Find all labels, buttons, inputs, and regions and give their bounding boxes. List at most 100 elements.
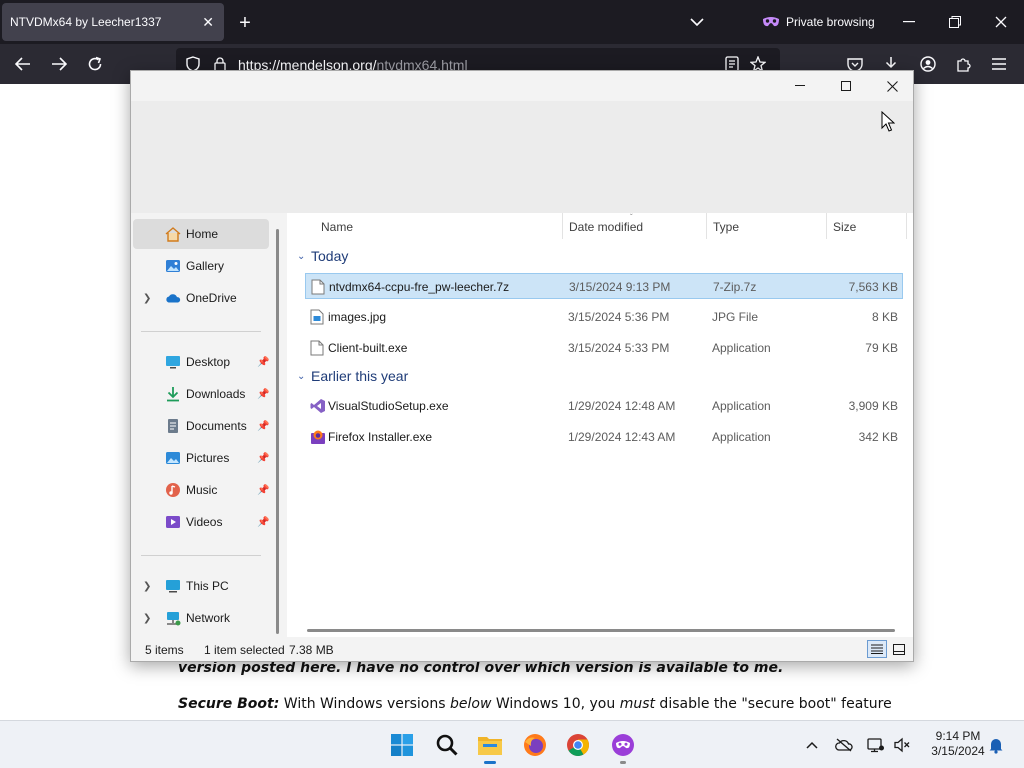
show-hidden-icons-chevron-icon[interactable] xyxy=(802,735,822,755)
close-browser-icon[interactable] xyxy=(992,14,1010,30)
nav-item-home[interactable]: Home xyxy=(133,219,269,249)
explorer-maximize-icon[interactable] xyxy=(823,71,869,101)
documents-icon xyxy=(165,418,181,434)
file-date: 1/29/2024 12:48 AM xyxy=(568,399,676,413)
file-row[interactable]: ntvdmx64-ccpu-fre_pw-leecher.7z 3/15/202… xyxy=(305,273,903,299)
desktop-icon xyxy=(165,354,181,370)
clock-time: 9:14 PM xyxy=(935,729,981,743)
tab-close-icon[interactable]: ✕ xyxy=(202,14,214,31)
explorer-close-icon[interactable] xyxy=(869,71,915,101)
nav-label-onedrive: OneDrive xyxy=(186,291,237,305)
collapse-chevron-icon[interactable]: ⌄ xyxy=(297,251,311,262)
nav-pane-scrollbar[interactable] xyxy=(276,229,279,634)
column-divider[interactable] xyxy=(826,213,827,239)
file-name: images.jpg xyxy=(328,310,387,324)
paragraph-text: Windows 10, you xyxy=(491,696,620,712)
extensions-puzzle-icon[interactable] xyxy=(955,56,973,72)
downloads-folder-icon xyxy=(165,386,181,402)
nav-item-music[interactable]: Music 📌 xyxy=(133,475,269,505)
horizontal-scrollbar[interactable] xyxy=(307,629,895,632)
account-icon[interactable] xyxy=(919,56,937,72)
onedrive-offline-icon[interactable] xyxy=(834,735,854,755)
pin-icon[interactable]: 📌 xyxy=(257,389,269,400)
nav-label-this-pc: This PC xyxy=(186,579,229,593)
column-divider[interactable] xyxy=(562,213,563,239)
back-arrow-icon[interactable] xyxy=(14,56,32,72)
file-row[interactable]: VisualStudioSetup.exe 1/29/2024 12:48 AM… xyxy=(305,393,903,419)
file-type: JPG File xyxy=(712,310,759,324)
firefox-private-taskbar-icon[interactable] xyxy=(607,729,639,764)
volume-muted-icon[interactable] xyxy=(892,735,912,755)
secure-boot-paragraph: Secure Boot: With Windows versions below… xyxy=(178,696,892,712)
nav-item-videos[interactable]: Videos 📌 xyxy=(133,507,269,537)
file-row[interactable]: images.jpg 3/15/2024 5:36 PM JPG File 8 … xyxy=(305,304,903,330)
home-icon xyxy=(165,226,181,242)
column-divider[interactable] xyxy=(906,213,907,239)
file-name: ntvdmx64-ccpu-fre_pw-leecher.7z xyxy=(329,280,510,294)
column-divider[interactable] xyxy=(706,213,707,239)
new-tab-plus-icon[interactable]: + xyxy=(236,13,254,33)
gallery-icon xyxy=(165,258,181,274)
nav-item-documents[interactable]: Documents 📌 xyxy=(133,411,269,441)
pin-icon[interactable]: 📌 xyxy=(257,357,269,368)
explorer-minimize-icon[interactable] xyxy=(777,71,823,101)
tiles-view-button[interactable] xyxy=(889,640,909,658)
nav-item-this-pc[interactable]: ❯ This PC xyxy=(133,571,269,601)
network-tray-icon[interactable] xyxy=(866,735,886,755)
group-header-today[interactable]: ⌄ Today xyxy=(297,245,348,267)
file-type: Application xyxy=(712,399,771,413)
private-browsing-label: Private browsing xyxy=(786,15,875,29)
expand-chevron-icon[interactable]: ❯ xyxy=(143,613,151,624)
column-header-date-modified[interactable]: Date modified xyxy=(569,220,643,234)
search-icon[interactable] xyxy=(431,729,463,761)
file-size: 8 KB xyxy=(871,310,898,324)
forward-arrow-icon[interactable] xyxy=(50,56,68,72)
nav-item-gallery[interactable]: Gallery xyxy=(133,251,269,281)
file-size: 79 KB xyxy=(865,341,898,355)
tab-title: NTVDMx64 by Leecher1337 xyxy=(10,15,162,29)
explorer-status-bar: 5 items 1 item selected 7.38 MB xyxy=(131,637,913,661)
clock-date: 3/15/2024 xyxy=(931,744,985,758)
taskbar-clock[interactable]: 9:14 PM 3/15/2024 xyxy=(920,729,996,759)
pin-icon[interactable]: 📌 xyxy=(257,485,269,496)
archive-file-icon xyxy=(311,279,325,295)
nav-item-pictures[interactable]: Pictures 📌 xyxy=(133,443,269,473)
group-header-earlier-this-year[interactable]: ⌄ Earlier this year xyxy=(297,365,408,387)
nav-item-onedrive[interactable]: ❯ OneDrive xyxy=(133,283,269,313)
list-tabs-chevron-icon[interactable] xyxy=(688,14,706,30)
nav-label-desktop: Desktop xyxy=(186,355,231,369)
nav-item-network[interactable]: ❯ Network xyxy=(133,603,269,633)
file-size: 7,563 KB xyxy=(848,280,898,294)
pin-icon[interactable]: 📌 xyxy=(257,453,269,464)
column-header-name[interactable]: Name xyxy=(321,220,353,234)
notifications-bell-icon[interactable] xyxy=(986,735,1006,755)
secure-boot-label: Secure Boot: xyxy=(178,696,280,712)
file-row[interactable]: Firefox Installer.exe 1/29/2024 12:43 AM… xyxy=(305,424,903,450)
expand-chevron-icon[interactable]: ❯ xyxy=(143,293,151,304)
start-windows-icon[interactable] xyxy=(386,729,418,761)
column-header-type[interactable]: Type xyxy=(713,220,739,234)
group-label-earlier: Earlier this year xyxy=(311,368,409,384)
paragraph-italic: must xyxy=(619,696,655,712)
chrome-taskbar-icon[interactable] xyxy=(562,729,594,761)
firefox-taskbar-icon[interactable] xyxy=(519,729,551,761)
nav-item-downloads[interactable]: Downloads 📌 xyxy=(133,379,269,409)
collapse-chevron-icon[interactable]: ⌄ xyxy=(297,371,311,382)
pin-icon[interactable]: 📌 xyxy=(257,421,269,432)
hamburger-menu-icon[interactable] xyxy=(990,56,1008,72)
file-list-pane: Name Date modified ˇ Type Size ⌄ Today n… xyxy=(287,213,913,637)
file-row[interactable]: Client-built.exe 3/15/2024 5:33 PM Appli… xyxy=(305,335,903,361)
browser-tab[interactable]: NTVDMx64 by Leecher1337 ✕ xyxy=(2,3,224,41)
column-header-size[interactable]: Size xyxy=(833,220,856,234)
details-view-icon xyxy=(871,644,883,654)
sort-caret-icon: ˇ xyxy=(630,213,633,222)
nav-item-desktop[interactable]: Desktop 📌 xyxy=(133,347,269,377)
pin-icon[interactable]: 📌 xyxy=(257,517,269,528)
restore-browser-icon[interactable] xyxy=(946,14,964,30)
details-view-button[interactable] xyxy=(867,640,887,658)
expand-chevron-icon[interactable]: ❯ xyxy=(143,581,151,592)
reload-icon[interactable] xyxy=(86,56,104,72)
file-explorer-taskbar-icon[interactable] xyxy=(474,729,506,764)
explorer-title-bar[interactable] xyxy=(131,71,913,101)
minimize-browser-icon[interactable] xyxy=(900,14,918,30)
